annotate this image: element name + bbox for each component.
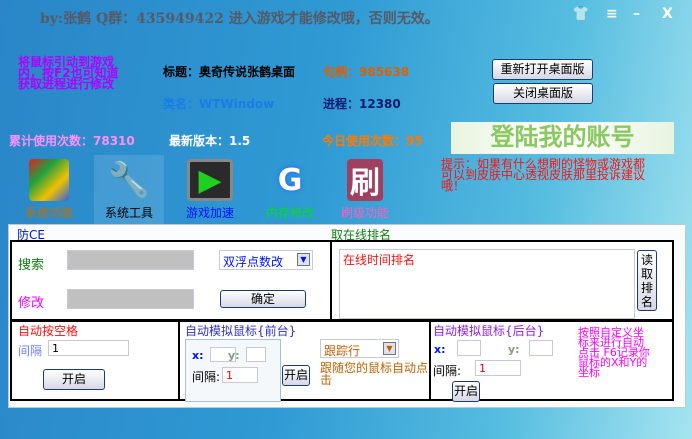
tab-label: 游戏加速 [185,206,234,220]
search-input[interactable] [67,250,194,270]
handle-info: 句柄：985638 [323,65,410,79]
login-banner[interactable]: 登陆我的账号 [451,122,674,154]
front-group: x: y: 间隔: 1 [185,339,281,402]
tab-memory-edit[interactable]: G 内存修改 [255,155,325,225]
close-desktop-button[interactable]: 关闭桌面版 [493,83,593,104]
confirm-button[interactable]: 确定 [220,290,306,308]
total-uses: 累计使用次数：78310 [9,134,135,148]
front-mode-select[interactable]: 跟踪行 ▼ [320,339,399,358]
y-label: y: [228,349,240,362]
g-icon: G [277,162,303,198]
back-title: 自动模拟鼠标{后台} [433,324,545,338]
space-interval-input[interactable]: 1 [48,340,129,356]
front-start-button[interactable]: 开启 [282,365,310,386]
back-interval-input[interactable]: 1 [475,360,521,376]
menu-icon[interactable]: ≡ [606,6,618,22]
latest-version: 最新版本：1.5 [169,134,251,148]
x-label: x: [192,349,204,362]
tab-label: 内存修改 [265,206,314,220]
reopen-desktop-button[interactable]: 重新打开桌面版 [492,59,593,80]
class-info: 类名：WTWindow [163,97,275,111]
front-interval-label: 间隔: [192,370,221,384]
back-y-input[interactable] [529,340,553,356]
space-title: 自动按空格 [18,324,79,338]
brush-char-icon: 刷 [347,159,383,201]
front-y-input[interactable] [246,347,266,362]
mode-value: 双浮点数改 [223,255,284,269]
front-mode-value: 跟踪行 [324,344,361,358]
tab-label: 系统功能 [24,206,73,220]
main-panel: 防CE 取在线排名 搜索 双浮点数改 ▼ 修改 确定 在线时间排名 读取排名 自动… [8,224,686,408]
shirt-icon[interactable]: 👕 [572,6,589,22]
tab-system-tools[interactable]: 🔧 系统工具 [94,155,164,225]
tab-level-brush[interactable]: 刷 刷级功能 [330,155,400,225]
wrench-icon: 🔧 [107,160,151,200]
x-label: x: [434,343,446,356]
back-note: 按照自定义坐标来进行自动点击 F6记录你鼠标的X和Y的坐标 [578,326,650,379]
blocks-icon [29,159,69,201]
back-start-button[interactable]: 开启 [452,381,480,402]
ranking-textarea[interactable]: 在线时间排名 [339,249,635,319]
modify-input[interactable] [67,289,194,309]
chevron-down-icon: ▼ [383,342,396,355]
bottom-section: 自动按空格 间隔 1 开启 自动模拟鼠标{前台} x: y: 间隔: 1 开启 … [10,320,674,402]
front-interval-input[interactable]: 1 [222,367,258,383]
today-uses: 今日使用次数：95 [322,134,423,148]
tab-game-speed[interactable]: ▶ 游戏加速 [175,155,245,225]
window-title: by:张鹤 Q群：435949422 进入游戏才能修改哦，否则无效。 [40,11,439,27]
video-play-icon: ▶ [187,159,233,201]
front-title: 自动模拟鼠标{前台} [185,324,297,338]
space-interval-label: 间隔 [18,344,43,358]
window-title-info: 标题：奥奇传说张鹤桌面 [163,65,296,79]
tab-label: 刷级功能 [340,206,389,220]
close-icon[interactable]: X [662,6,673,22]
top-section: 搜索 双浮点数改 ▼ 修改 确定 在线时间排名 读取排名 [10,240,674,321]
front-note: 跟随您的鼠标自动点击 [320,361,429,387]
tab-label: 系统工具 [104,206,153,220]
mode-select[interactable]: 双浮点数改 ▼ [219,250,313,270]
tab-system-functions[interactable]: 系统功能 [14,155,84,225]
tip-text: 提示：如果有什么想刷的怪物或游戏都可以到皮肤中心透视皮肤那里投诉建议哦！ [441,157,646,193]
y-label: y: [508,343,520,356]
back-x-input[interactable] [457,340,481,356]
hint-text: 将鼠标引动到游戏内，按F2也可知道获取进程进行修改 [18,55,119,91]
minimize-icon[interactable]: – [633,6,640,22]
modify-label: 修改 [18,296,45,311]
chevron-down-icon: ▼ [297,253,310,266]
search-label: 搜索 [18,258,45,273]
back-interval-label: 间隔: [433,364,462,378]
space-start-button[interactable]: 开启 [43,369,105,390]
process-info: 进程：12380 [323,97,401,111]
read-ranking-button[interactable]: 读取排名 [637,250,657,311]
